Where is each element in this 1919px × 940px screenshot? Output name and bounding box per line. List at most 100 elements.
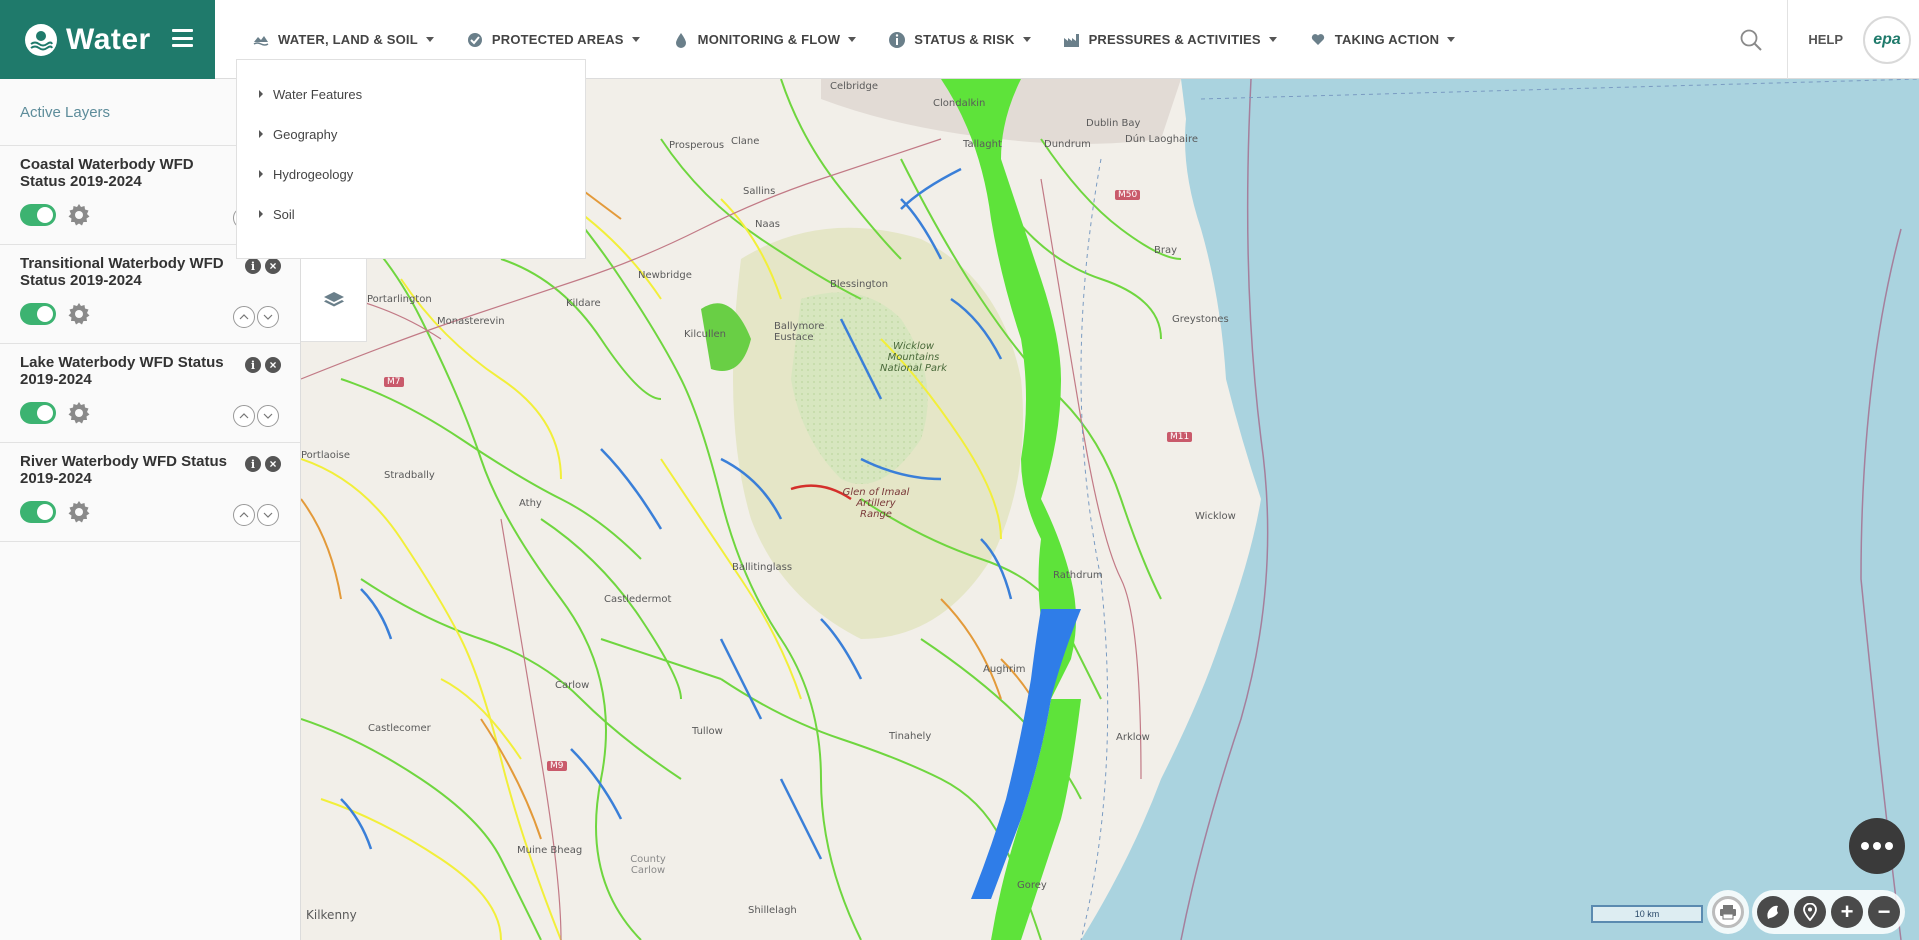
map-label: Ballymore Eustace: [774, 321, 825, 343]
close-icon[interactable]: ×: [265, 258, 281, 274]
close-icon[interactable]: ×: [265, 456, 281, 472]
layers-icon: [323, 292, 344, 307]
layer-name: River Waterbody WFD Status 2019-2024: [20, 453, 227, 487]
layer-item-transitional: Transitional Waterbody WFD Status 2019-2…: [0, 245, 300, 344]
nav-label: PRESSURES & ACTIVITIES: [1088, 32, 1261, 47]
nav-monitoring-flow[interactable]: MONITORING & FLOW: [656, 10, 873, 70]
layer-visibility-toggle[interactable]: [20, 303, 56, 325]
info-icon[interactable]: i: [245, 357, 261, 373]
map-label: Gorey: [1017, 880, 1047, 891]
dropdown-item-water-features[interactable]: Water Features: [237, 74, 585, 114]
gear-icon[interactable]: [67, 500, 91, 524]
map-shape-icon: [1767, 905, 1778, 919]
locate-button[interactable]: [1794, 896, 1826, 928]
water-land-soil-dropdown: Water Features Geography Hydrogeology So…: [236, 59, 586, 259]
close-icon[interactable]: ×: [265, 357, 281, 373]
map-label: Rathdrum: [1053, 570, 1103, 581]
search-icon: [1740, 29, 1763, 51]
dropdown-item-soil[interactable]: Soil: [237, 194, 585, 234]
layer-visibility-toggle[interactable]: [20, 402, 56, 424]
nav-status-risk[interactable]: STATUS & RISK: [872, 10, 1046, 70]
info-icon[interactable]: i: [245, 258, 261, 274]
road-shield: M11: [1167, 432, 1193, 442]
map-scale-bar: 10 km: [1591, 905, 1703, 923]
search-button[interactable]: [1729, 0, 1773, 79]
factory-icon: [1063, 31, 1081, 49]
nav-label: TAKING ACTION: [1334, 32, 1440, 47]
map-label: Castledermot: [604, 594, 672, 605]
help-link[interactable]: HELP: [1788, 32, 1863, 47]
caret-right-icon: [259, 90, 263, 98]
nav-label: WATER, LAND & SOIL: [278, 32, 418, 47]
map-label: Dublin Bay: [1086, 118, 1141, 129]
chevron-down-icon: [263, 314, 273, 320]
map-label: Clondalkin: [933, 98, 986, 109]
caret-right-icon: [259, 130, 263, 138]
move-up-button[interactable]: [233, 504, 255, 526]
dropdown-item-label: Geography: [273, 126, 338, 142]
map-label: Portlaoise: [301, 450, 350, 461]
nav-taking-action[interactable]: TAKING ACTION: [1293, 10, 1471, 70]
move-down-button[interactable]: [257, 405, 279, 427]
protected-areas-icon: [466, 31, 484, 49]
layer-visibility-toggle[interactable]: [20, 501, 56, 523]
gear-icon[interactable]: [67, 401, 91, 425]
map-label: Dundrum: [1044, 139, 1091, 150]
layer-item-river: River Waterbody WFD Status 2019-2024 i ×: [0, 443, 300, 542]
map-label: Kilkenny: [306, 908, 357, 922]
zoom-in-button[interactable]: +: [1831, 896, 1863, 928]
nav-pressures-activities[interactable]: PRESSURES & ACTIVITIES: [1047, 10, 1293, 70]
dot-icon: [1885, 842, 1893, 850]
map-label: Ballitinglass: [732, 562, 793, 573]
brand-bar: Water: [0, 0, 215, 79]
nav-label: STATUS & RISK: [914, 32, 1015, 47]
caret-right-icon: [259, 210, 263, 218]
map-label: County Carlow: [630, 854, 666, 876]
caret-down-icon: [425, 37, 434, 42]
move-down-button[interactable]: [257, 504, 279, 526]
caret-down-icon: [1447, 37, 1456, 42]
print-control-group: [1707, 890, 1749, 934]
map-label: Dún Laoghaire: [1125, 134, 1199, 145]
move-up-button[interactable]: [233, 405, 255, 427]
print-button[interactable]: [1712, 896, 1744, 928]
zoom-out-button[interactable]: −: [1868, 896, 1900, 928]
road-shield: M9: [547, 761, 567, 771]
chevron-down-icon: [263, 512, 273, 518]
dropdown-item-label: Hydrogeology: [273, 166, 354, 182]
map-label: Castlecomer: [368, 723, 431, 734]
minus-icon: −: [1877, 899, 1891, 924]
map-label: Wicklow: [1195, 511, 1236, 522]
gear-icon[interactable]: [67, 203, 91, 227]
info-icon: [888, 31, 906, 49]
layer-name: Coastal Waterbody WFD Status 2019-2024: [20, 156, 194, 190]
hamburger-menu-icon[interactable]: [172, 29, 193, 47]
layer-visibility-toggle[interactable]: [20, 204, 56, 226]
map-label: Naas: [755, 219, 780, 230]
heart-icon: [1309, 31, 1327, 49]
basemap-button[interactable]: [1757, 896, 1789, 928]
move-down-button[interactable]: [257, 306, 279, 328]
layers-panel-toggle[interactable]: [301, 258, 367, 342]
water-drop-icon: [672, 31, 690, 49]
plus-icon: +: [1840, 899, 1854, 924]
map-label: Glen of Imaal Artillery Range: [842, 487, 910, 520]
map-label: Blessington: [830, 279, 889, 290]
map-label: Bray: [1154, 245, 1178, 256]
info-icon[interactable]: i: [245, 456, 261, 472]
map-label: Tullow: [692, 726, 723, 737]
gear-icon[interactable]: [67, 302, 91, 326]
dropdown-item-hydrogeology[interactable]: Hydrogeology: [237, 154, 585, 194]
dropdown-item-geography[interactable]: Geography: [237, 114, 585, 154]
location-pin-icon: [1803, 903, 1817, 921]
map-label: Stradbally: [384, 470, 435, 481]
nav-label: PROTECTED AREAS: [491, 32, 624, 47]
more-options-button[interactable]: [1849, 818, 1905, 874]
map-label: Muine Bheag: [517, 845, 583, 856]
map-label: Prosperous: [669, 140, 725, 151]
map-label: Carlow: [555, 680, 590, 691]
epa-logo[interactable]: epa: [1863, 15, 1911, 64]
dropdown-item-label: Soil: [273, 206, 295, 222]
printer-icon: [1720, 905, 1736, 920]
move-up-button[interactable]: [233, 306, 255, 328]
